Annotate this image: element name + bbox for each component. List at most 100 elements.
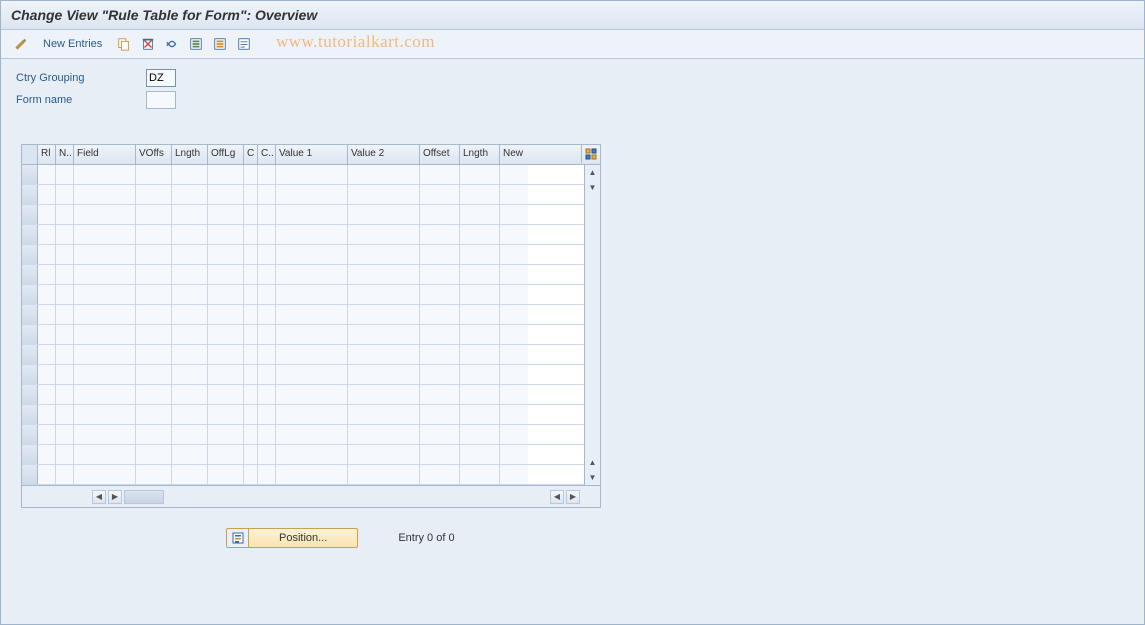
cell[interactable] — [460, 185, 500, 204]
cell[interactable] — [208, 345, 244, 364]
cell[interactable] — [420, 225, 460, 244]
cell[interactable] — [500, 405, 528, 424]
hscroll-right-first-icon[interactable]: ▶ — [108, 490, 122, 504]
cell[interactable] — [56, 365, 74, 384]
cell[interactable] — [172, 305, 208, 324]
hscroll-left-end-icon[interactable]: ◀ — [550, 490, 564, 504]
cell[interactable] — [244, 165, 258, 184]
cell[interactable] — [38, 285, 56, 304]
cell[interactable] — [244, 365, 258, 384]
cell[interactable] — [38, 245, 56, 264]
cell[interactable] — [56, 385, 74, 404]
cell[interactable] — [244, 265, 258, 284]
cell[interactable] — [276, 445, 348, 464]
cell[interactable] — [500, 245, 528, 264]
cell[interactable] — [348, 465, 420, 484]
cell[interactable] — [208, 425, 244, 444]
cell[interactable] — [276, 285, 348, 304]
column-lngth2[interactable]: Lngth — [460, 145, 500, 164]
cell[interactable] — [420, 325, 460, 344]
cell[interactable] — [74, 345, 136, 364]
column-offset[interactable]: Offset — [420, 145, 460, 164]
cell[interactable] — [348, 405, 420, 424]
cell[interactable] — [56, 305, 74, 324]
cell[interactable] — [420, 285, 460, 304]
table-row[interactable] — [22, 305, 584, 325]
table-row[interactable] — [22, 385, 584, 405]
hscroll-thumb[interactable] — [124, 490, 164, 504]
cell[interactable] — [500, 285, 528, 304]
cell[interactable] — [420, 445, 460, 464]
table-row[interactable] — [22, 425, 584, 445]
row-selector[interactable] — [22, 185, 38, 204]
scroll-up-icon[interactable]: ▲ — [585, 165, 600, 180]
cell[interactable] — [172, 385, 208, 404]
cell[interactable] — [244, 225, 258, 244]
cell[interactable] — [276, 405, 348, 424]
cell[interactable] — [420, 385, 460, 404]
cell[interactable] — [258, 305, 276, 324]
cell[interactable] — [172, 445, 208, 464]
cell[interactable] — [208, 225, 244, 244]
cell[interactable] — [38, 185, 56, 204]
cell[interactable] — [276, 245, 348, 264]
cell[interactable] — [136, 445, 172, 464]
cell[interactable] — [56, 185, 74, 204]
cell[interactable] — [500, 385, 528, 404]
cell[interactable] — [136, 205, 172, 224]
form-name-input[interactable] — [146, 91, 176, 109]
cell[interactable] — [74, 305, 136, 324]
cell[interactable] — [258, 365, 276, 384]
cell[interactable] — [500, 325, 528, 344]
row-selector[interactable] — [22, 445, 38, 464]
cell[interactable] — [244, 425, 258, 444]
cell[interactable] — [460, 245, 500, 264]
cell[interactable] — [276, 265, 348, 284]
cell[interactable] — [56, 245, 74, 264]
cell[interactable] — [258, 205, 276, 224]
cell[interactable] — [500, 225, 528, 244]
hscroll-right-end-icon[interactable]: ▶ — [566, 490, 580, 504]
cell[interactable] — [172, 365, 208, 384]
cell[interactable] — [276, 205, 348, 224]
cell[interactable] — [276, 465, 348, 484]
cell[interactable] — [38, 425, 56, 444]
cell[interactable] — [74, 265, 136, 284]
cell[interactable] — [208, 205, 244, 224]
cell[interactable] — [420, 425, 460, 444]
column-c1[interactable]: C — [244, 145, 258, 164]
cell[interactable] — [74, 425, 136, 444]
cell[interactable] — [276, 225, 348, 244]
cell[interactable] — [38, 205, 56, 224]
cell[interactable] — [136, 285, 172, 304]
cell[interactable] — [348, 445, 420, 464]
cell[interactable] — [136, 185, 172, 204]
cell[interactable] — [172, 405, 208, 424]
cell[interactable] — [136, 345, 172, 364]
column-voffs[interactable]: VOffs — [136, 145, 172, 164]
cell[interactable] — [348, 345, 420, 364]
cell[interactable] — [276, 305, 348, 324]
cell[interactable] — [244, 185, 258, 204]
scroll-up-small-icon[interactable]: ▲ — [585, 455, 600, 470]
cell[interactable] — [74, 385, 136, 404]
table-row[interactable] — [22, 325, 584, 345]
cell[interactable] — [172, 325, 208, 344]
copy-as-button[interactable] — [114, 34, 134, 54]
cell[interactable] — [348, 265, 420, 284]
row-selector[interactable] — [22, 265, 38, 284]
cell[interactable] — [460, 465, 500, 484]
cell[interactable] — [460, 385, 500, 404]
cell[interactable] — [500, 345, 528, 364]
cell[interactable] — [244, 465, 258, 484]
cell[interactable] — [56, 225, 74, 244]
cell[interactable] — [56, 265, 74, 284]
cell[interactable] — [38, 365, 56, 384]
column-value2[interactable]: Value 2 — [348, 145, 420, 164]
cell[interactable] — [500, 465, 528, 484]
cell[interactable] — [460, 445, 500, 464]
cell[interactable] — [244, 205, 258, 224]
cell[interactable] — [348, 185, 420, 204]
cell[interactable] — [74, 445, 136, 464]
table-row[interactable] — [22, 345, 584, 365]
